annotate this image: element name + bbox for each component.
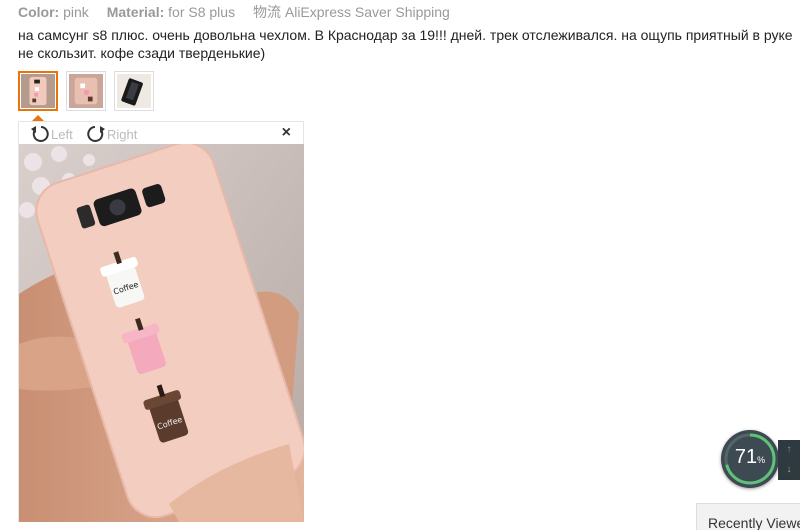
image-viewer: Left Right × Coffee Coffee	[18, 121, 304, 522]
color-value: pink	[63, 4, 89, 20]
recently-viewed-tab[interactable]: Recently Viewed	[696, 503, 800, 530]
download-arrow-icon: ↓	[786, 464, 792, 475]
gauge-number: 71	[734, 446, 758, 468]
photo-thumbnail-3-image	[117, 74, 151, 108]
rotate-right-button[interactable]: Right	[85, 124, 137, 144]
rotate-left-icon	[31, 126, 49, 142]
photo-thumbnail-1[interactable]	[18, 71, 58, 111]
speed-arrows: ↑ ↓	[778, 440, 800, 480]
performance-gauge[interactable]: 71%	[721, 430, 779, 488]
close-icon[interactable]: ×	[282, 124, 291, 142]
rotate-right-icon	[87, 126, 105, 142]
thumbnail-strip	[18, 71, 154, 111]
material-label: Material:	[106, 4, 165, 20]
material-value: for S8 plus	[168, 4, 236, 20]
rotate-left-button[interactable]: Left	[29, 124, 73, 144]
photo-thumbnail-3[interactable]	[114, 71, 154, 111]
upload-arrow-icon: ↑	[786, 444, 792, 455]
gauge-value: 71%	[721, 446, 779, 469]
review-meta: Color: pink Material: for S8 plus 物流 Ali…	[18, 2, 450, 22]
logistics-info: 物流 AliExpress Saver Shipping	[252, 4, 450, 20]
rotate-right-label: Right	[107, 126, 138, 142]
viewer-toolbar: Left Right ×	[19, 122, 303, 144]
phone-case-photo: Coffee Coffee	[19, 144, 304, 522]
photo-thumbnail-2[interactable]	[66, 71, 106, 111]
photo-thumbnail-2-image	[69, 74, 103, 108]
photo-thumbnail-1-image	[21, 74, 55, 108]
rotate-left-label: Left	[51, 126, 73, 142]
color-label: Color:	[18, 4, 60, 20]
gauge-unit: %	[757, 455, 766, 465]
review-text: на самсунг s8 плюс. очень довольна чехло…	[18, 27, 793, 61]
